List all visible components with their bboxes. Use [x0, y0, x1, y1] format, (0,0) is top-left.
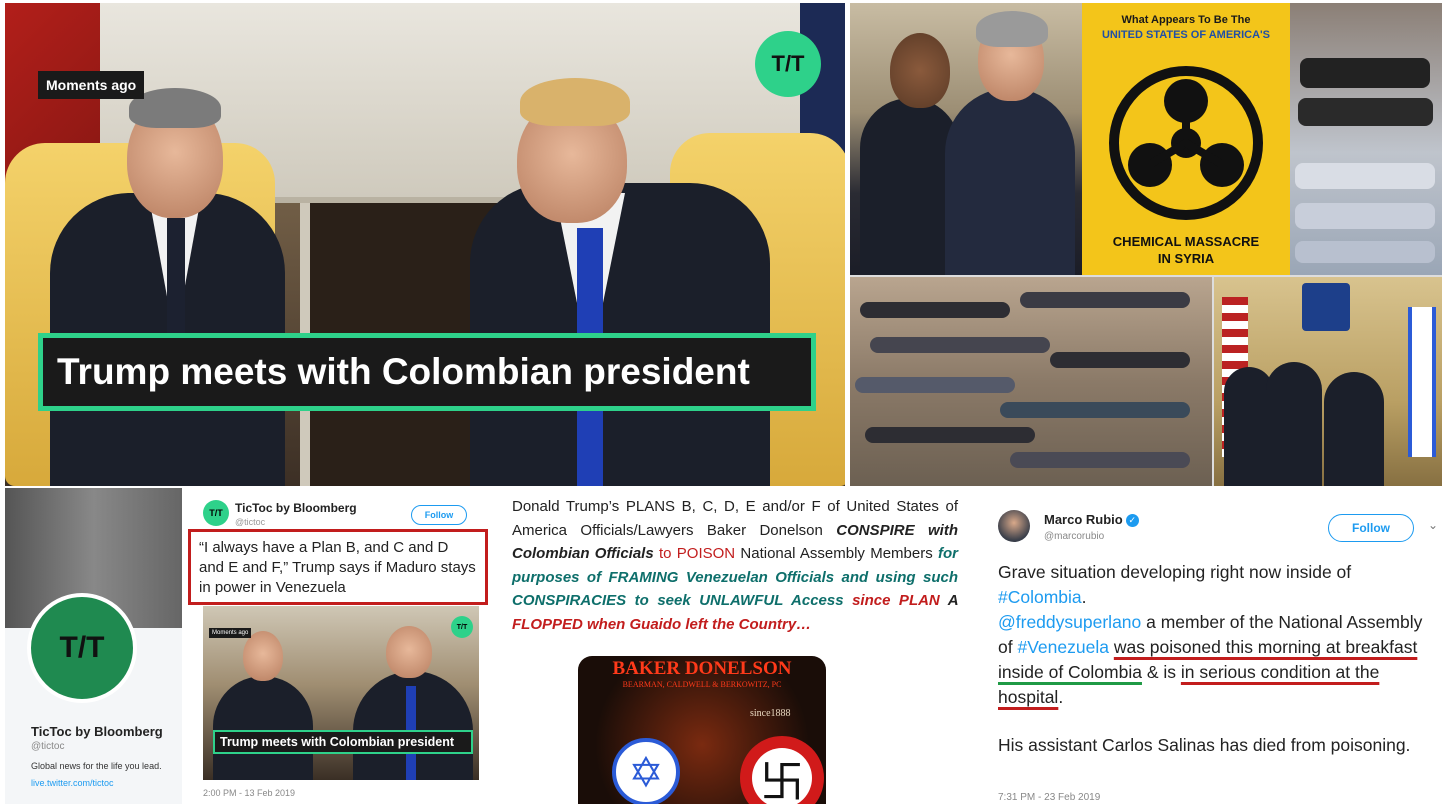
tweet-body-second: His assistant Carlos Salinas has died fr…: [998, 735, 1411, 755]
tweet-author-name[interactable]: TicToc by Bloomberg: [235, 501, 357, 515]
mini-tictoc-logo: T/T: [451, 616, 473, 638]
hazard-caption-line1: CHEMICAL MASSACRE: [1112, 234, 1260, 249]
follow-button[interactable]: Follow: [411, 505, 467, 525]
hashtag-venezuela[interactable]: #Venezuela: [1017, 637, 1108, 657]
hazard-caption-line2: IN SYRIA: [1157, 251, 1215, 266]
tictoc-profile-card: T/T TicToc by Bloomberg @tictoc Global n…: [5, 488, 182, 804]
tweet-avatar[interactable]: T/T: [203, 500, 229, 526]
hashtag-colombia[interactable]: #Colombia: [998, 587, 1082, 607]
tweet-video-thumbnail[interactable]: Moments ago T/T Trump meets with Colombi…: [203, 606, 479, 780]
tweet-quote: “I always have a Plan B, and C and D and…: [188, 529, 488, 605]
video-headline: Trump meets with Colombian president: [38, 333, 816, 411]
profile-bio: Global news for the life you lead.: [31, 761, 162, 771]
commentary-text: Donald Trump’s PLANS B, C, D, E and/or F…: [512, 498, 958, 633]
tictoc-logo: T/T: [755, 31, 821, 97]
tweet-avatar[interactable]: [998, 510, 1030, 542]
photo-collage: What Appears To Be The UNITED STATES OF …: [850, 3, 1442, 486]
mention-freddysuperlano[interactable]: @freddysuperlano: [998, 612, 1141, 632]
tweet-body: Grave situation developing right now ins…: [998, 562, 1423, 707]
hazard-poster: What Appears To Be The UNITED STATES OF …: [1082, 3, 1290, 275]
verified-icon: ✓: [1125, 514, 1139, 528]
mini-headline: Trump meets with Colombian president: [213, 730, 473, 754]
tweet-author-name[interactable]: Marco Rubio: [1044, 512, 1123, 527]
swastika-icon: 卐: [740, 736, 824, 804]
photo-meeting-israel: [1214, 277, 1442, 486]
logo-since: since1888: [750, 708, 791, 719]
baker-donelson-logo: BAKER DONELSON BEARMAN, CALDWELL & BERKO…: [578, 656, 826, 804]
star-of-david-icon: ✡: [612, 738, 680, 804]
mini-live-badge: Moments ago: [209, 628, 252, 638]
photo-victims-floor: [850, 277, 1212, 486]
tweet-author-handle: @tictoc: [235, 517, 266, 527]
follow-button[interactable]: Follow: [1328, 514, 1414, 542]
profile-link[interactable]: live.twitter.com/tictoc: [31, 778, 114, 788]
news-video-frame: Moments ago T/T Trump meets with Colombi…: [5, 3, 845, 486]
tictoc-tweet: T/T TicToc by Bloomberg @tictoc Follow “…: [185, 488, 490, 804]
commentary-block: Donald Trump’s PLANS B, C, D, E and/or F…: [498, 488, 968, 804]
tweet-timestamp[interactable]: 2:00 PM - 13 Feb 2019: [203, 788, 295, 798]
chevron-down-icon[interactable]: ⌄: [1428, 518, 1438, 532]
rubio-tweet: Marco Rubio ✓ @marcorubio Follow ⌄ Grave …: [980, 488, 1447, 804]
tweet-author-handle: @marcorubio: [1044, 531, 1105, 542]
profile-handle: @tictoc: [31, 741, 65, 752]
photo-handshake: [850, 3, 1082, 275]
profile-avatar[interactable]: T/T: [27, 593, 137, 703]
logo-title: BAKER DONELSON: [612, 658, 792, 679]
logo-subtitle: BEARMAN, CALDWELL & BERKOWITZ, PC: [622, 680, 782, 689]
photo-victims-wrapped: [1290, 3, 1442, 275]
profile-name[interactable]: TicToc by Bloomberg: [31, 724, 163, 739]
tweet-timestamp[interactable]: 7:31 PM - 23 Feb 2019: [998, 792, 1100, 803]
live-badge: Moments ago: [38, 71, 145, 99]
